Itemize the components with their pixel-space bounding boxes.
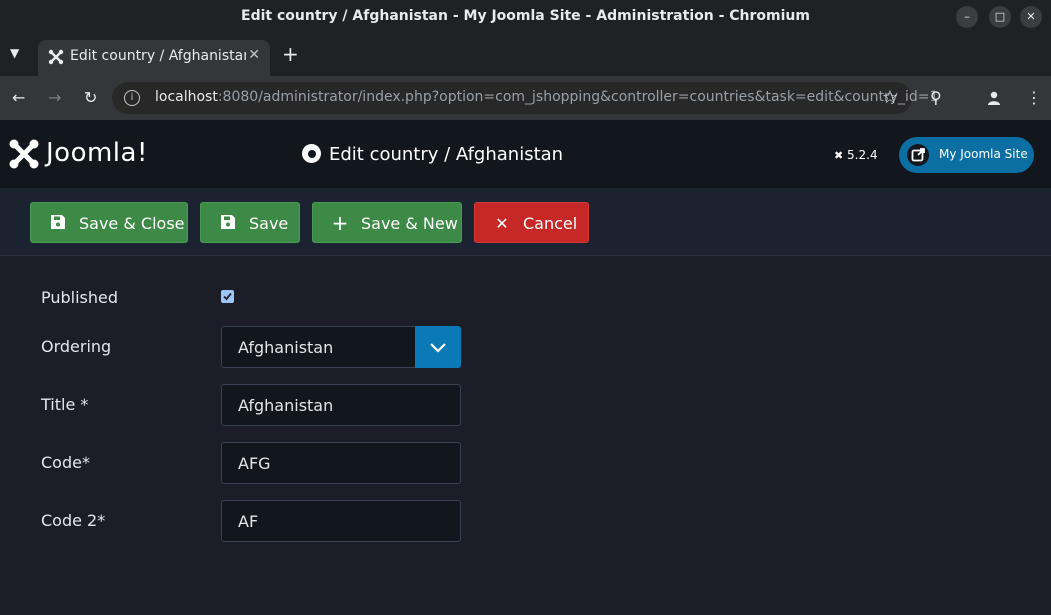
maximize-button[interactable]: □ [989,6,1011,28]
joomla-wordmark: Joomla! [46,138,148,168]
page-title-text: Edit country / Afghanistan [329,144,564,165]
my-site-label: My Joomla Site [939,147,1028,161]
url-text: localhost:8080/administrator/index.php?o… [155,89,938,105]
labs-flask-icon[interactable]: ⚲ [930,88,942,107]
title-label: Title * [41,395,89,414]
save-label: Save [249,214,289,233]
checkmark-icon [223,292,232,301]
save-button[interactable]: Save [200,202,300,243]
plus-icon: + [331,211,349,235]
window-titlebar: Edit country / Afghanistan - My Joomla S… [0,0,1051,34]
tab-title: Edit country / Afghanistan [70,48,246,64]
profile-icon[interactable] [986,90,1002,106]
back-icon[interactable]: ← [12,88,25,107]
tab-search-icon[interactable]: ▼ [10,46,19,60]
tab-close-icon[interactable]: ✕ [248,47,260,63]
joomla-favicon-icon [48,49,64,65]
menu-dots-icon[interactable]: ⋮ [1026,88,1042,107]
browser-tab[interactable]: Edit country / Afghanistan ✕ [38,40,270,76]
code-input[interactable]: AFG [221,442,461,484]
code2-value: AF [238,512,259,531]
window-title: Edit country / Afghanistan - My Joomla S… [241,8,810,24]
published-checkbox[interactable] [221,290,234,303]
joomla-logo[interactable]: Joomla! [8,138,168,170]
version-text: 5.2.4 [847,148,878,162]
admin-header: Joomla! Edit country / Afghanistan ✖ 5.2… [0,120,1051,188]
code2-label: Code 2* [41,511,106,530]
code2-input[interactable]: AF [221,500,461,542]
joomla-mini-icon: ✖ [834,149,844,162]
code-value: AFG [238,454,271,473]
ordering-select[interactable]: Afghanistan [221,326,461,368]
save-icon [49,214,67,234]
title-input[interactable]: Afghanistan [221,384,461,426]
my-site-button[interactable]: My Joomla Site [899,137,1034,173]
published-label: Published [41,288,119,307]
bookmark-star-icon[interactable]: ☆ [882,87,898,108]
site-info-icon[interactable]: i [124,90,140,106]
cancel-button[interactable]: ✕ Cancel [474,202,589,243]
save-close-label: Save & Close [79,214,185,233]
title-dot-icon [302,144,321,163]
save-close-button[interactable]: Save & Close [30,202,188,243]
navigation-bar: ← → ↻ i localhost:8080/administrator/ind… [0,76,1051,120]
save-icon [219,214,237,234]
tab-strip: ▼ Edit country / Afghanistan ✕ + [0,34,1051,76]
address-bar[interactable]: i localhost:8080/administrator/index.php… [112,82,938,114]
title-value: Afghanistan [238,396,334,415]
version-badge: ✖ 5.2.4 [834,148,878,162]
page-title: Edit country / Afghanistan [302,144,563,165]
ordering-value: Afghanistan [238,338,334,357]
edit-form: Published Ordering Afghanistan Title * A… [0,257,1051,615]
cancel-label: Cancel [523,214,578,233]
forward-icon[interactable]: → [48,88,61,107]
external-link-icon [907,144,929,166]
reload-icon[interactable]: ↻ [84,88,97,107]
close-icon: ✕ [495,214,509,233]
save-new-button[interactable]: + Save & New [312,202,462,243]
url-path: :8080/administrator/index.php?option=com… [217,89,939,105]
joomla-logo-icon [9,139,39,169]
new-tab-icon[interactable]: + [282,42,299,66]
save-new-label: Save & New [361,214,458,233]
action-toolbar: Save & Close Save + Save & New ✕ Cancel [0,188,1051,256]
minimize-button[interactable]: – [956,6,978,28]
close-window-button[interactable]: ✕ [1020,6,1042,28]
url-host: localhost [155,89,218,105]
ordering-label: Ordering [41,337,112,356]
chevron-down-icon[interactable] [415,326,461,368]
code-label: Code* [41,453,90,472]
